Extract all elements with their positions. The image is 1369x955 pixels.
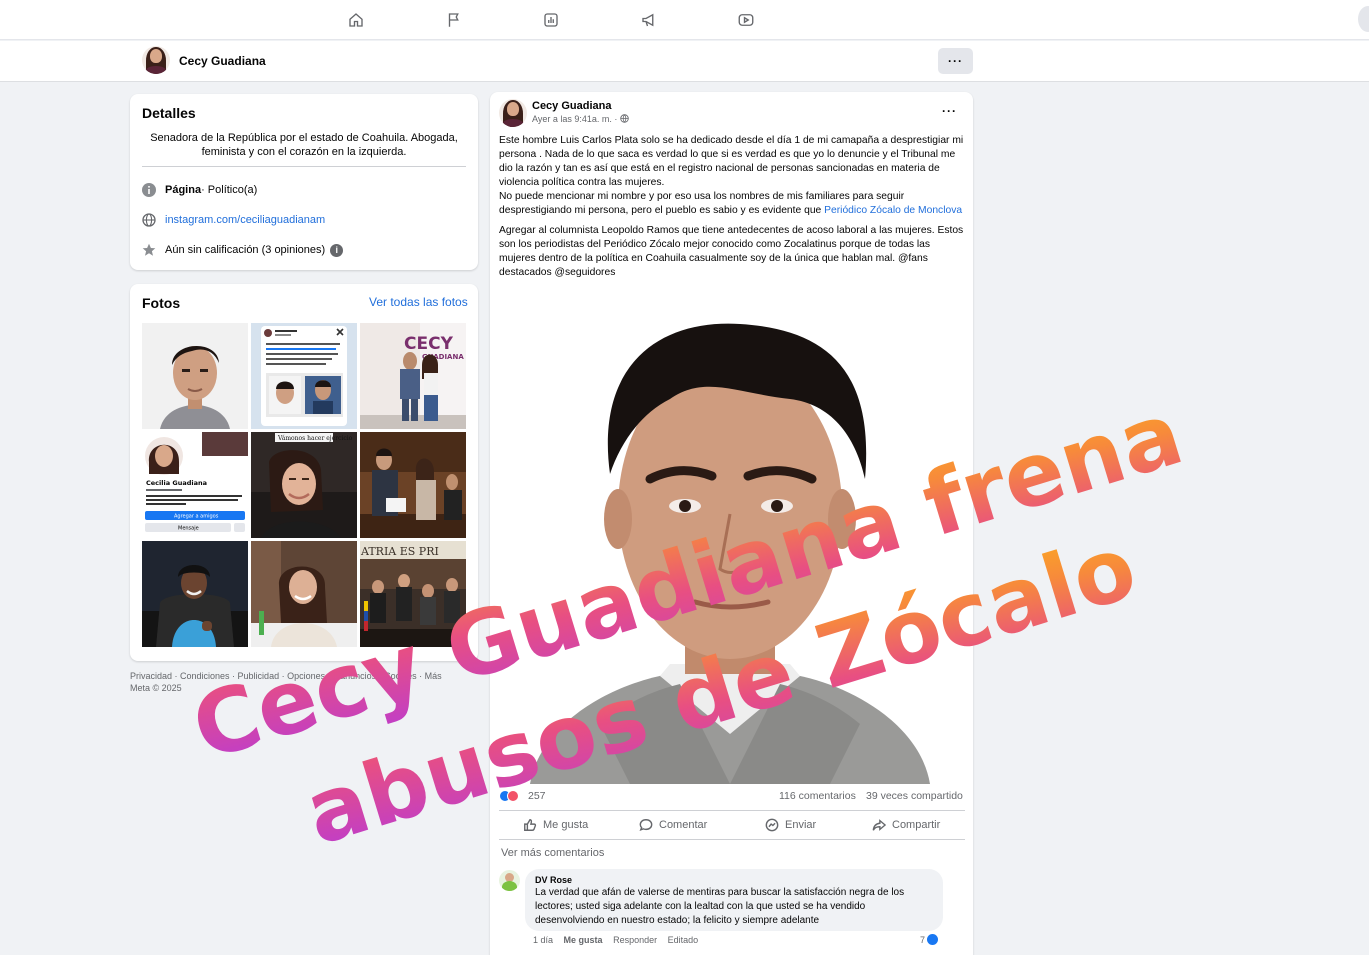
star-icon (142, 243, 156, 257)
photo-tile[interactable]: Vámonos hacer ejercicio (251, 432, 357, 538)
share-icon (872, 819, 886, 831)
globe-icon (142, 213, 156, 227)
post-text-1: Este hombre Luis Carlos Plata solo se ha… (499, 135, 964, 188)
post-card: Cecy Guadiana Ayer a las 9:41a. m. · ···… (490, 92, 973, 955)
divider (142, 166, 466, 167)
more-options-button[interactable]: ··· (938, 48, 973, 74)
rating-row: Aún sin calificación (3 opiniones) i (142, 242, 344, 258)
comment-button[interactable]: Comentar (639, 811, 707, 839)
post-photo[interactable] (490, 304, 973, 784)
thumbs-up-icon (524, 819, 537, 831)
video-icon[interactable] (735, 9, 757, 31)
rating-info-icon[interactable]: i (330, 243, 344, 257)
like-label: Me gusta (543, 819, 589, 831)
top-nav (0, 0, 1369, 40)
like-reaction-icon (927, 934, 939, 945)
love-reaction-icon (507, 790, 519, 802)
shares-count[interactable]: 39 veces compartido (866, 790, 963, 802)
avatar[interactable] (142, 46, 170, 74)
commenter-avatar[interactable] (499, 870, 520, 891)
flag-icon[interactable] (443, 9, 465, 31)
info-icon (142, 183, 156, 197)
bio-text: Senadora de la República por el estado d… (150, 132, 458, 158)
post-time-text: Ayer a las 9:41a. m. · (532, 114, 618, 124)
tile-add-friends: Agregar a amigos (174, 514, 219, 520)
footer-copyright: Meta © 2025 (130, 683, 182, 693)
reactions-count[interactable]: 257 (528, 790, 546, 802)
details-card: Detalles Senadora de la República por el… (130, 94, 478, 270)
photo-tile[interactable]: ATRIA ES PRI (360, 541, 466, 647)
page-label: Página (165, 184, 202, 196)
comment-like-count[interactable]: 7 (920, 934, 939, 945)
website-link[interactable]: instagram.com/ceciliaguadianam (165, 214, 325, 226)
post-text: Este hombre Luis Carlos Plata solo se ha… (499, 134, 969, 286)
comment-edited-label: Editado (667, 935, 699, 945)
photo-tile[interactable] (142, 323, 248, 429)
details-title: Detalles (142, 105, 196, 121)
page-category: · Político(a) (201, 184, 258, 196)
photos-card: Fotos Ver todas las fotos CECY GUADIANA … (130, 284, 478, 661)
post-author-name[interactable]: Cecy Guadiana (532, 100, 611, 112)
footer-links[interactable]: Privacidad · Condiciones · Publicidad · … (130, 670, 478, 682)
insights-icon[interactable] (540, 9, 562, 31)
see-all-photos-link[interactable]: Ver todas las fotos (369, 295, 468, 309)
photo-tile[interactable]: Cecilia Guadiana Agregar a amigos Mensaj… (142, 432, 248, 538)
like-button[interactable]: Me gusta (523, 811, 588, 839)
tile-banner-text: ATRIA ES PRI (360, 545, 439, 558)
post-author-avatar[interactable] (499, 99, 527, 127)
account-avatar[interactable] (1358, 6, 1369, 32)
post-menu-button[interactable]: ··· (942, 104, 957, 118)
photo-tile[interactable]: CECY GUADIANA (360, 323, 466, 429)
comment-likes-number: 7 (920, 934, 926, 945)
rating-text: Aún sin calificación (3 opiniones) (165, 244, 326, 256)
tile-profile-name: Cecilia Guadiana (146, 479, 207, 487)
profile-subbar: Cecy Guadiana (0, 41, 1369, 82)
profile-name[interactable]: Cecy Guadiana (179, 54, 266, 68)
photos-title: Fotos (142, 295, 181, 311)
periodico-zocalo-link[interactable]: Periódico Zócalo de Monclova (824, 205, 962, 216)
view-more-comments-link[interactable]: Ver más comentarios (501, 847, 604, 859)
send-button[interactable]: Enviar (765, 811, 816, 839)
public-globe-icon (620, 114, 629, 123)
comment-icon (639, 819, 653, 832)
comment-label: Comentar (659, 819, 708, 831)
comment-time[interactable]: 1 día (533, 935, 553, 945)
comment-reply-button[interactable]: Responder (613, 935, 657, 945)
tile-caption: Vámonos hacer ejercicio (277, 435, 353, 442)
comment-text: La verdad que afán de valerse de mentira… (535, 887, 905, 926)
page-category-row: Página · Político(a) (142, 182, 257, 198)
website-row: instagram.com/ceciliaguadianam (142, 212, 325, 228)
page-footer: Privacidad · Condiciones · Publicidad · … (130, 670, 478, 694)
post-timestamp[interactable]: Ayer a las 9:41a. m. · (532, 114, 629, 124)
commenter-name[interactable]: DV Rose (535, 874, 933, 886)
send-label: Enviar (785, 819, 817, 831)
home-icon[interactable] (345, 9, 367, 31)
comment-meta: 1 día Me gusta Responder Editado (533, 935, 698, 945)
post-paragraph: Este hombre Luis Carlos Plata solo se ha… (499, 134, 969, 218)
post-stats: 257 116 comentarios 39 veces compartido (499, 790, 965, 804)
comment-like-button[interactable]: Me gusta (564, 935, 603, 945)
photo-tile[interactable] (251, 323, 357, 429)
brand-text: CECY (404, 334, 454, 354)
post-actions: Me gusta Comentar Enviar Compartir (499, 810, 965, 840)
photo-tile[interactable] (360, 432, 466, 538)
post-paragraph: Agregar al columnista Leopoldo Ramos que… (499, 225, 964, 278)
megaphone-icon[interactable] (638, 9, 660, 31)
photo-tile[interactable] (142, 541, 248, 647)
messenger-icon (765, 818, 779, 832)
comments-count[interactable]: 116 comentarios (779, 790, 856, 802)
comment-bubble: DV Rose La verdad que afán de valerse de… (525, 869, 943, 931)
photo-tile[interactable] (251, 541, 357, 647)
share-label: Compartir (892, 819, 941, 831)
tile-message: Mensaje (178, 526, 199, 532)
share-button[interactable]: Compartir (872, 811, 940, 839)
